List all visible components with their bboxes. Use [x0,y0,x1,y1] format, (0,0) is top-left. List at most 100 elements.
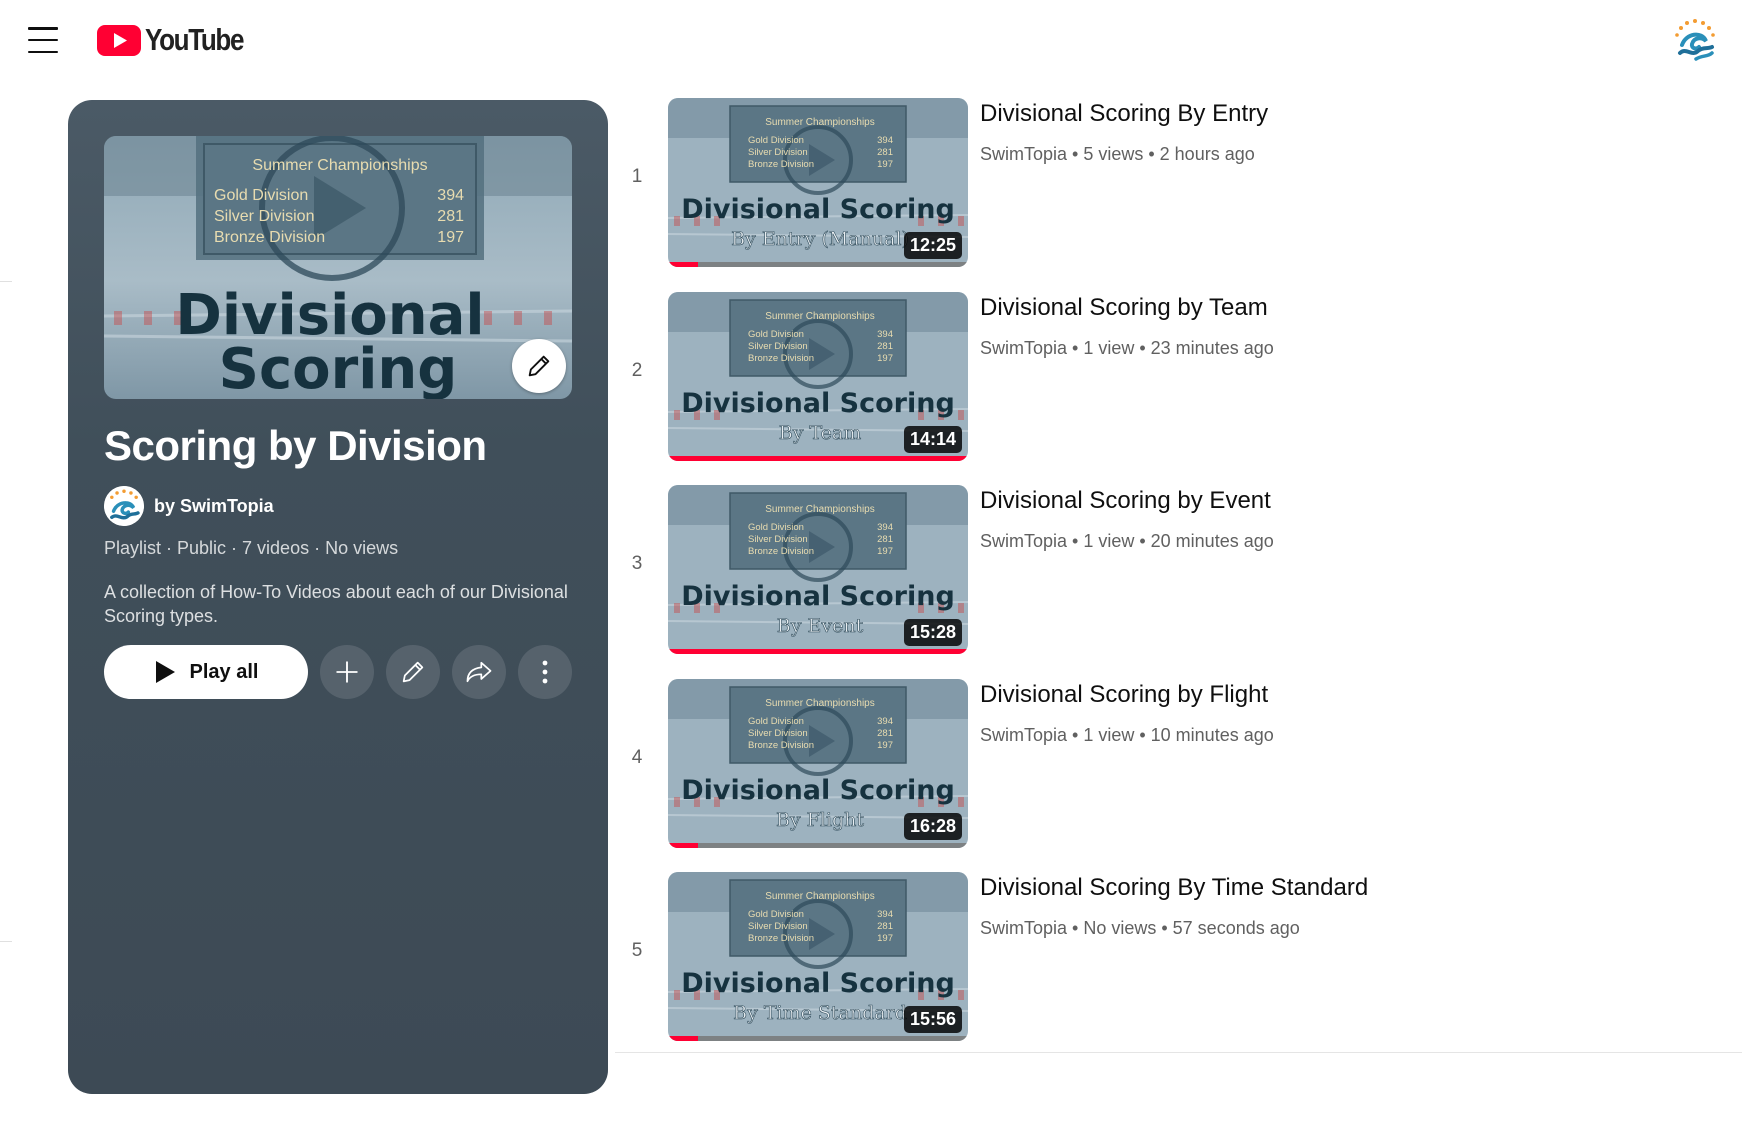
board-row-value: 394 [877,909,893,920]
thumbnail-subtitle: By Team [779,422,862,444]
board-row-label: Silver Division [214,208,314,225]
board-row-label: Bronze Division [214,229,325,246]
youtube-logo[interactable]: YouTube [97,22,262,57]
video-title-link[interactable]: Divisional Scoring by Team [980,294,1268,322]
thumbnail-big-text: Divisional Scoring [681,388,955,419]
owner-name-link[interactable]: by SwimTopia [154,496,274,517]
video-thumbnail[interactable]: Summer Championships Gold Division 394 S… [668,678,968,848]
thumbnail-subtitle: By Flight [776,809,864,831]
playlist-meta: Playlist · Public · 7 videos · No views [104,538,399,558]
playlist-video-row[interactable]: 3 Summer Championships Gold Division 394… [612,483,1742,654]
board-row-label: Silver Division [748,341,808,352]
video-meta: SwimTopia • No views • 57 seconds ago [980,918,1300,938]
board-row-label: Bronze Division [748,353,814,364]
board-row-value: 394 [877,522,893,533]
board-row-label: Silver Division [748,147,808,158]
more-options-button[interactable] [518,645,572,699]
board-row-label: Gold Division [214,187,308,204]
playlist-video-row[interactable]: 2 Summer Championships Gold Division 394… [612,290,1742,461]
watch-progress-fill [668,1036,698,1041]
playlist-owner[interactable]: by SwimTopia [104,486,274,526]
thumbnail-big-text: Divisional Scoring [681,194,955,225]
board-row-value: 197 [877,740,893,751]
playlist-video-row[interactable]: 4 Summer Championships Gold Division 394… [612,677,1742,848]
video-title-link[interactable]: Divisional Scoring by Flight [980,681,1268,709]
board-row-label: Silver Division [748,534,808,545]
edit-thumbnail-button[interactable] [512,339,566,393]
video-index: 5 [631,940,643,961]
pencil-icon [402,661,424,683]
board-row-value: 197 [877,159,893,170]
plus-icon [336,661,358,683]
duration-badge: 15:56 [903,1006,962,1033]
add-to-playlist-button[interactable] [320,645,374,699]
board-row-label: Bronze Division [748,933,814,944]
board-title: Summer Championships [765,891,875,902]
board-row-value: 197 [877,933,893,944]
video-thumbnail[interactable]: Summer Championships Gold Division 394 S… [668,485,968,654]
board-row-value: 281 [877,921,893,932]
watch-progress-bar [668,649,968,654]
thumbnail-subtitle: By Event [777,615,864,637]
board-title: Summer Championships [765,311,875,322]
divider [0,281,12,282]
youtube-play-logo-icon [97,24,141,56]
video-meta: SwimTopia • 1 view • 20 minutes ago [980,531,1274,551]
video-thumbnail[interactable]: Summer Championships Gold Division 394 S… [668,872,968,1041]
playlist-description: A collection of How-To Videos about each… [104,582,568,626]
hamburger-menu-icon[interactable] [28,27,58,53]
thumbnail-big-text: Divisional Scoring [681,581,955,612]
video-title-link[interactable]: Divisional Scoring By Time Standard [980,874,1368,902]
watch-progress-fill [668,842,698,848]
board-row-label: Gold Division [748,135,804,146]
pencil-icon [528,355,550,377]
playlist-title: Scoring by Division [104,422,487,469]
edit-playlist-button[interactable] [386,645,440,699]
board-title: Summer Championships [765,117,875,128]
video-index: 3 [631,553,643,574]
video-thumbnail[interactable]: Summer Championships Gold Division 394 S… [668,291,968,461]
channel-avatar[interactable] [1672,17,1718,63]
board-row-label: Bronze Division [748,740,814,751]
video-title-link[interactable]: Divisional Scoring by Event [980,487,1271,515]
video-meta: SwimTopia • 5 views • 2 hours ago [980,144,1255,164]
play-all-button[interactable]: Play all [104,645,308,699]
divider [0,941,12,942]
video-title-link[interactable]: Divisional Scoring By Entry [980,100,1268,128]
thumbnail-big-text: Divisional Scoring [681,968,955,999]
video-index: 4 [631,746,643,768]
list-divider [615,1052,1742,1053]
playlist-header-panel: Summer Championships Gold Division 394 S… [68,100,608,1094]
avatar[interactable] [104,486,144,526]
watch-progress-fill [668,262,698,267]
playlist-thumbnail-image: Summer Championships Gold Division 394 S… [104,136,572,399]
board-row-label: Gold Division [748,329,804,340]
video-index: 2 [631,359,643,381]
thumbnail-subtitle: By Time Standard [733,1002,907,1024]
board-row-label: Bronze Division [748,159,814,170]
watch-progress-fill [668,649,968,654]
board-row-value: 197 [877,546,893,557]
thumbnail-subtitle: By Entry (Manual) [731,228,909,250]
playlist-actions: Play all [104,645,572,699]
video-thumbnail[interactable]: Summer Championships Gold Division 394 S… [668,98,968,267]
watch-progress-bar [668,842,968,848]
thumbnail-big-text: Divisional Scoring [681,775,955,806]
board-row-value: 197 [437,229,464,246]
board-row-label: Gold Division [748,909,804,920]
board-row-value: 281 [437,208,464,225]
playlist-video-row[interactable]: 1 Summer Championships Gold Division 394… [612,96,1742,267]
board-row-value: 281 [877,341,893,352]
more-vert-icon [542,660,548,684]
playlist-video-row[interactable]: 5 Summer Championships Gold Division 394… [612,870,1742,1041]
watch-progress-bar [668,1036,968,1041]
share-button[interactable] [452,645,506,699]
board-row-value: 281 [877,147,893,158]
thumbnail-big-text: Scoring [219,337,458,399]
playlist-thumbnail[interactable]: Summer Championships Gold Division 394 S… [104,136,572,399]
duration-badge: 14:14 [903,425,962,453]
duration-badge: 16:28 [903,812,962,840]
board-row-value: 394 [877,329,893,340]
video-meta: SwimTopia • 1 view • 10 minutes ago [980,724,1274,745]
board-row-label: Silver Division [748,921,808,932]
